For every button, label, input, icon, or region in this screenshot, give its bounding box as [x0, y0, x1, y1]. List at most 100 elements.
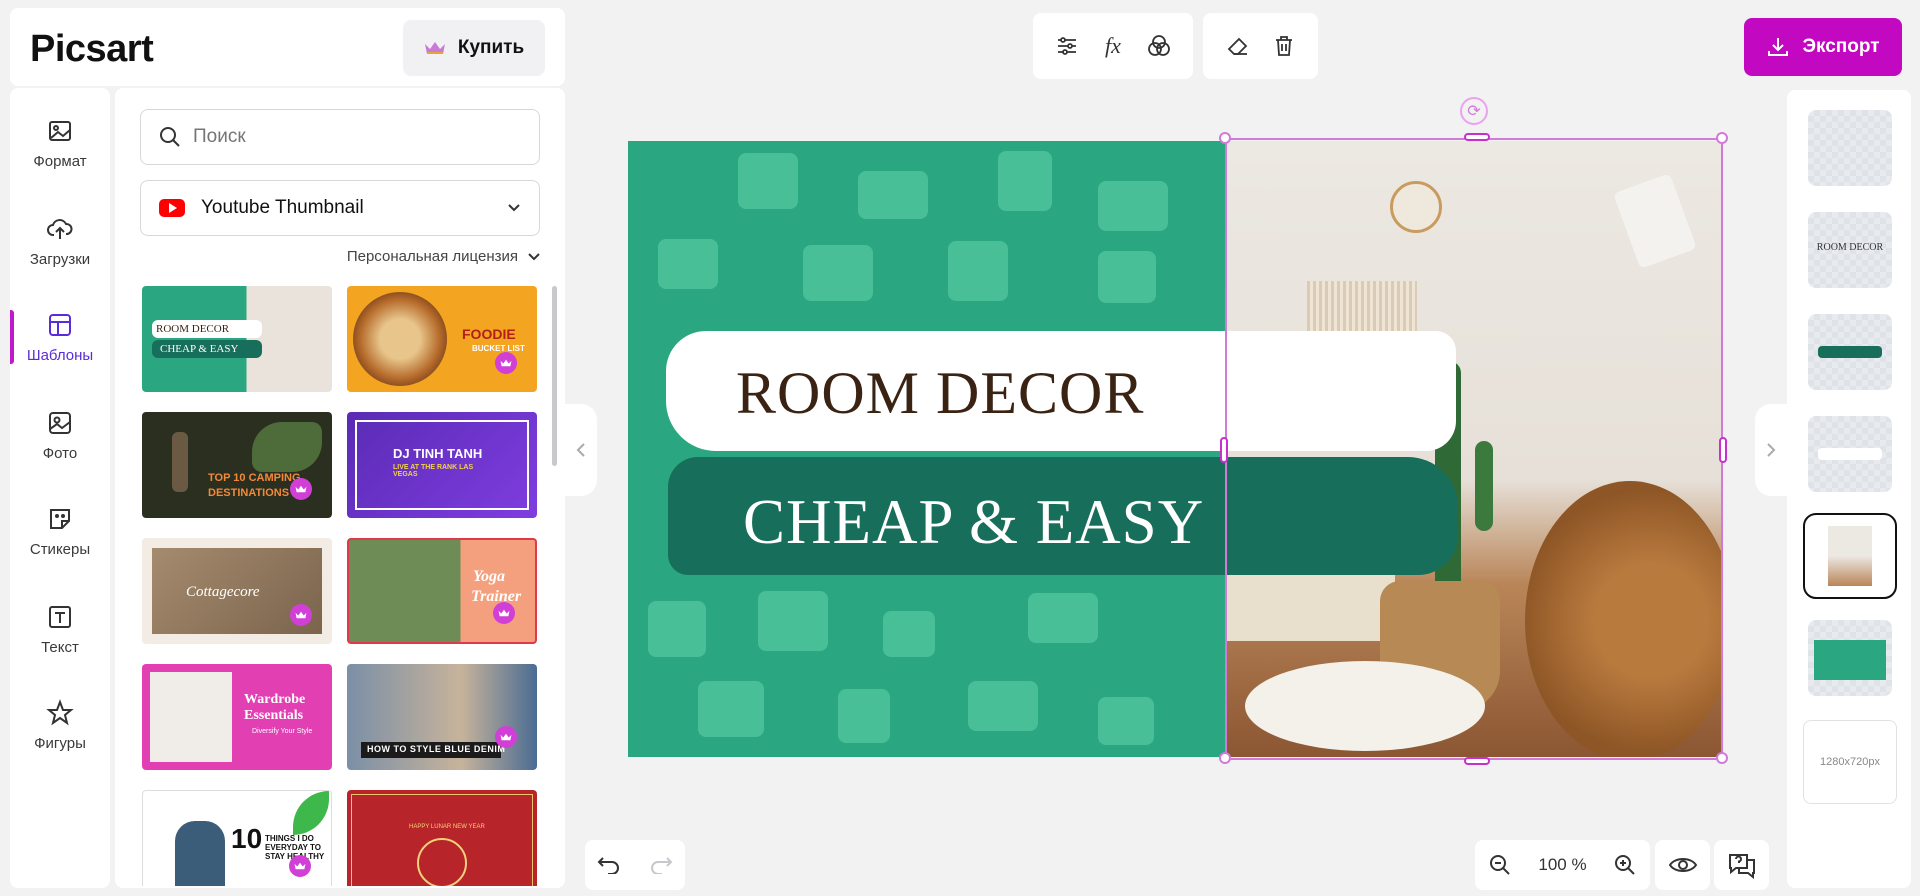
- template-title: ROOM DECOR: [156, 323, 230, 335]
- redo-icon[interactable]: [649, 856, 673, 874]
- rail-item-stickers[interactable]: Стикеры: [10, 488, 110, 574]
- layer-thumbnail-selected[interactable]: [1803, 513, 1897, 599]
- template-card[interactable]: DJ TINH TANH LIVE AT THE RANK LAS VEGAS: [347, 412, 537, 518]
- resize-handle-br[interactable]: [1716, 752, 1728, 764]
- rail-item-label: Фото: [42, 444, 78, 462]
- template-scrollbar[interactable]: [552, 286, 557, 466]
- layer-text-label: ROOM DECOR: [1816, 242, 1884, 253]
- format-dropdown[interactable]: Youtube Thumbnail: [140, 180, 540, 236]
- template-subtitle: Essentials: [244, 708, 304, 723]
- premium-crown-icon: [495, 726, 517, 748]
- resize-handle-bottom[interactable]: [1464, 757, 1490, 765]
- resize-handle-right[interactable]: [1719, 437, 1727, 463]
- chevron-left-icon: [576, 443, 585, 457]
- rail-item-label: Стикеры: [29, 540, 91, 558]
- help-button[interactable]: [1714, 840, 1769, 890]
- canvas-headline[interactable]: ROOM DECOR: [736, 359, 1144, 428]
- help-chat-icon: [1728, 854, 1755, 879]
- canvas-subline[interactable]: CHEAP & EASY: [743, 486, 1204, 559]
- rail-item-text[interactable]: Текст: [10, 586, 110, 672]
- sliders-icon[interactable]: [1055, 34, 1079, 58]
- color-blend-icon[interactable]: [1147, 34, 1171, 58]
- rail-item-label: Фигуры: [34, 734, 86, 752]
- premium-crown-icon: [290, 604, 312, 626]
- canvas-size-layer[interactable]: 1280x720px: [1803, 720, 1897, 804]
- rail-item-label: Текст: [41, 638, 79, 656]
- brush-blob: [658, 239, 718, 289]
- rail-item-photo[interactable]: Фото: [10, 392, 110, 478]
- premium-crown-icon: [493, 602, 515, 624]
- layer-thumbnail[interactable]: [1808, 416, 1892, 492]
- brush-blob: [1098, 181, 1168, 231]
- resize-handle-left[interactable]: [1220, 437, 1228, 463]
- search-box[interactable]: [140, 109, 540, 165]
- eye-icon: [1668, 858, 1697, 872]
- template-card[interactable]: HOW TO STYLE BLUE DENIM: [347, 664, 537, 770]
- zoom-level[interactable]: 100 %: [1538, 855, 1586, 875]
- buy-button[interactable]: Купить: [403, 20, 545, 76]
- collapse-right-panel-button[interactable]: [1755, 404, 1787, 496]
- zoom-toolbar: 100 %: [1475, 840, 1650, 890]
- format-dropdown-value: Youtube Thumbnail: [201, 197, 364, 218]
- brush-blob: [698, 681, 764, 737]
- brush-blob: [883, 611, 935, 657]
- license-label: Персональная лицензия: [346, 248, 518, 265]
- text-icon: [49, 605, 71, 628]
- export-button[interactable]: Экспорт: [1744, 18, 1902, 76]
- template-title: HAPPY LUNAR NEW YEAR: [409, 824, 485, 830]
- preview-button[interactable]: [1655, 840, 1710, 890]
- template-card[interactable]: Wardrobe Essentials Diversify Your Style: [142, 664, 332, 770]
- rail-item-templates[interactable]: Шаблоны: [10, 294, 110, 380]
- templates-panel: Youtube Thumbnail Персональная лицензия …: [115, 88, 565, 888]
- resize-handle-top[interactable]: [1464, 133, 1490, 141]
- template-subtitle: LIVE AT THE RANK LAS VEGAS: [393, 464, 474, 478]
- brush-blob: [1098, 697, 1154, 745]
- sticker-icon: [50, 508, 70, 529]
- trash-icon[interactable]: [1272, 34, 1296, 58]
- layer-thumbnail[interactable]: [1808, 620, 1892, 696]
- design-canvas[interactable]: ROOM DECOR CHEAP & EASY: [628, 141, 1723, 757]
- template-card[interactable]: TOP 10 CAMPING DESTINATIONS: [142, 412, 332, 518]
- resize-handle-tl[interactable]: [1219, 132, 1231, 144]
- premium-crown-icon: [290, 478, 312, 500]
- brush-blob: [803, 245, 873, 301]
- zoom-out-icon[interactable]: [1489, 854, 1511, 876]
- template-title: HOW TO STYLE BLUE DENIM: [367, 744, 506, 754]
- effects-fx-icon[interactable]: fx: [1101, 33, 1125, 58]
- rotate-handle-icon[interactable]: ⟳: [1460, 97, 1488, 125]
- star-icon: [46, 698, 74, 725]
- search-input[interactable]: [193, 126, 513, 148]
- collapse-left-panel-button[interactable]: [565, 404, 597, 496]
- eraser-icon[interactable]: [1226, 34, 1250, 58]
- template-card[interactable]: 10 THINGS I DO EVERYDAY TO STAY HEALTHY: [142, 790, 332, 886]
- template-card[interactable]: FOODIE BUCKET LIST: [347, 286, 537, 392]
- brush-blob: [968, 681, 1038, 731]
- layer-thumbnail[interactable]: ROOM DECOR: [1808, 212, 1892, 288]
- template-title: Yoga: [473, 568, 505, 585]
- template-card[interactable]: Yoga Trainer: [347, 538, 537, 644]
- left-tool-rail: Формат Загрузки Шаблоны Фото Стикеры Тек…: [10, 88, 110, 888]
- template-card[interactable]: Cottagecore: [142, 538, 332, 644]
- rail-item-label: Формат: [33, 152, 87, 170]
- template-subtitle: CHEAP & EASY: [160, 343, 239, 355]
- zoom-in-icon[interactable]: [1614, 854, 1636, 876]
- resize-handle-tr[interactable]: [1716, 132, 1728, 144]
- template-card[interactable]: ROOM DECOR CHEAP & EASY: [142, 286, 332, 392]
- undo-icon[interactable]: [597, 856, 621, 874]
- picsart-logo[interactable]: Picsart: [30, 28, 154, 71]
- license-dropdown[interactable]: Персональная лицензия: [347, 248, 540, 265]
- layer-thumbnail[interactable]: [1808, 314, 1892, 390]
- rail-item-format[interactable]: Формат: [10, 100, 110, 186]
- template-subtitle: BUCKET LIST: [472, 344, 525, 353]
- resize-handle-bl[interactable]: [1219, 752, 1231, 764]
- brush-blob: [758, 591, 828, 651]
- brush-blob: [948, 241, 1008, 301]
- template-subtitle: Trainer: [471, 588, 522, 605]
- rail-item-shapes[interactable]: Фигуры: [10, 682, 110, 768]
- chevron-down-icon: [528, 252, 540, 260]
- layer-thumbnail[interactable]: [1808, 110, 1892, 186]
- buy-button-label: Купить: [457, 37, 525, 58]
- template-card[interactable]: HAPPY LUNAR NEW YEAR: [347, 790, 537, 886]
- rail-item-uploads[interactable]: Загрузки: [10, 198, 110, 284]
- template-title: 10: [231, 823, 263, 854]
